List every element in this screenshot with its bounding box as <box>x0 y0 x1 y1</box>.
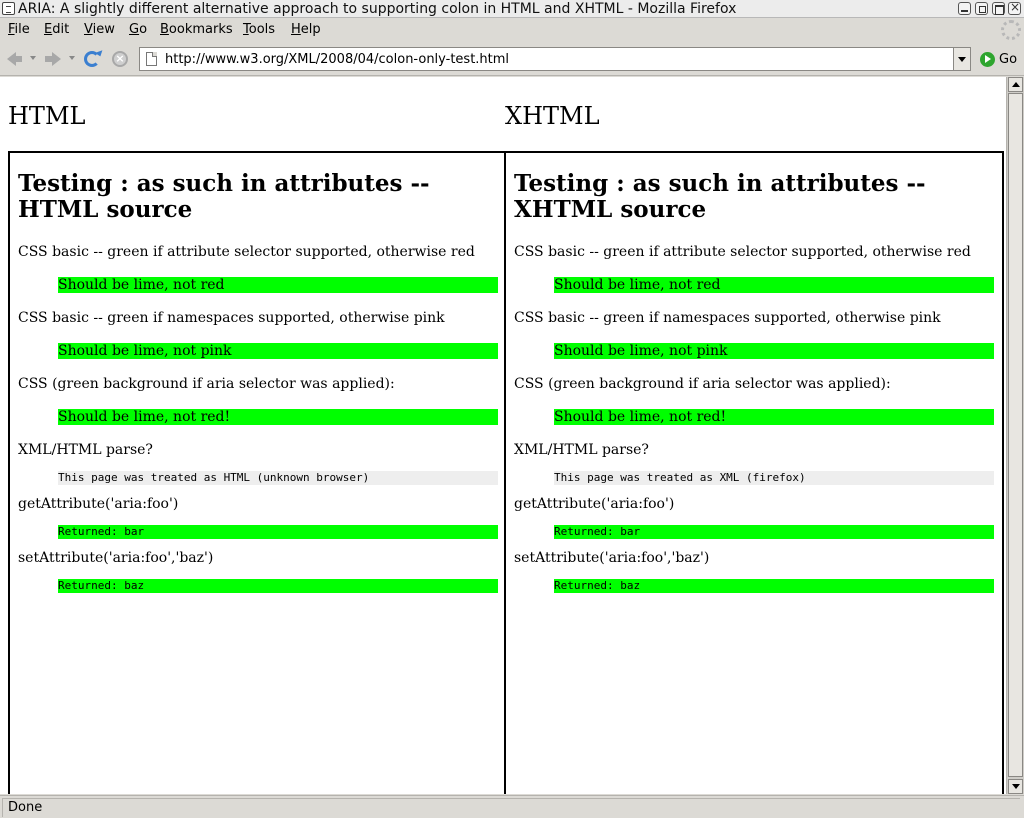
page-icon <box>146 52 157 66</box>
status-text: Done <box>2 798 1020 817</box>
vertical-scrollbar[interactable] <box>1006 77 1024 794</box>
html-column-heading: HTML <box>8 102 86 130</box>
stop-icon[interactable]: × <box>111 50 129 68</box>
forward-history-dropdown-icon[interactable] <box>69 56 75 60</box>
menu-go[interactable]: Go <box>129 22 147 38</box>
menu-edit[interactable]: Edit <box>44 22 69 38</box>
css-basic-label: CSS basic -- green if attribute selector… <box>514 244 971 260</box>
get-attribute-result: Returned: bar <box>554 525 994 539</box>
forward-arrow-icon[interactable] <box>43 50 61 68</box>
set-attribute-result: Returned: baz <box>554 579 994 593</box>
parse-label: XML/HTML parse? <box>18 442 153 458</box>
html-frame-heading: Testing : as such in attributes -- HTML … <box>18 170 430 223</box>
html-test-frame: Testing : as such in attributes -- HTML … <box>8 151 508 794</box>
url-input[interactable] <box>165 50 945 68</box>
css-aria-label: CSS (green background if aria selector w… <box>18 376 395 392</box>
page-viewport[interactable]: HTML XHTML Testing : as such in attribut… <box>0 77 1006 794</box>
minimize-icon[interactable] <box>958 2 971 15</box>
css-basic-result: Should be lime, not red <box>554 277 994 293</box>
window-title: ARIA: A slightly different alternative a… <box>18 1 737 17</box>
css-namespace-label: CSS basic -- green if namespaces support… <box>18 310 445 326</box>
back-arrow-icon[interactable] <box>5 50 23 68</box>
menu-file[interactable]: File <box>8 22 30 38</box>
get-attribute-label: getAttribute('aria:foo') <box>18 496 179 512</box>
menu-tools[interactable]: Tools <box>243 22 275 38</box>
navigation-toolbar: × Go <box>0 42 1024 76</box>
scroll-down-arrow-icon[interactable] <box>1008 779 1023 794</box>
xhtml-test-frame: Testing : as such in attributes -- XHTML… <box>504 151 1004 794</box>
parse-result: This page was treated as XML (firefox) <box>554 471 994 485</box>
css-namespace-result: Should be lime, not pink <box>58 343 498 359</box>
menubar: File Edit View Go Bookmarks Tools Help <box>0 19 1024 41</box>
close-icon[interactable] <box>1008 0 1021 15</box>
get-attribute-label: getAttribute('aria:foo') <box>514 496 675 512</box>
set-attribute-label: setAttribute('aria:foo','baz') <box>514 550 710 566</box>
window-titlebar: ARIA: A slightly different alternative a… <box>0 0 1024 18</box>
menu-view[interactable]: View <box>84 22 115 38</box>
set-attribute-label: setAttribute('aria:foo','baz') <box>18 550 214 566</box>
set-attribute-result: Returned: baz <box>58 579 498 593</box>
go-button[interactable]: Go <box>980 50 1020 68</box>
reload-icon[interactable] <box>83 50 101 68</box>
maximize-icon[interactable] <box>992 2 1005 15</box>
css-basic-result: Should be lime, not red <box>58 277 498 293</box>
get-attribute-result: Returned: bar <box>58 525 498 539</box>
css-aria-label: CSS (green background if aria selector w… <box>514 376 891 392</box>
status-bar: Done <box>0 795 1024 818</box>
url-bar[interactable] <box>139 47 971 71</box>
parse-label: XML/HTML parse? <box>514 442 649 458</box>
menu-bookmarks[interactable]: Bookmarks <box>160 22 233 38</box>
go-label: Go <box>999 52 1018 67</box>
url-history-dropdown-icon[interactable] <box>953 48 970 70</box>
parse-result: This page was treated as HTML (unknown b… <box>58 471 498 485</box>
back-history-dropdown-icon[interactable] <box>30 56 36 60</box>
scrollbar-thumb[interactable] <box>1008 93 1023 777</box>
scroll-up-arrow-icon[interactable] <box>1008 77 1023 92</box>
xhtml-frame-heading: Testing : as such in attributes -- XHTML… <box>514 170 926 223</box>
go-arrow-icon <box>980 52 995 67</box>
menu-help[interactable]: Help <box>291 22 321 38</box>
window-menu-icon[interactable] <box>2 2 15 15</box>
css-namespace-result: Should be lime, not pink <box>554 343 994 359</box>
xhtml-column-heading: XHTML <box>505 102 600 130</box>
css-aria-result: Should be lime, not red! <box>58 409 498 425</box>
css-basic-label: CSS basic -- green if attribute selector… <box>18 244 475 260</box>
throbber-icon <box>1001 20 1021 40</box>
css-namespace-label: CSS basic -- green if namespaces support… <box>514 310 941 326</box>
css-aria-result: Should be lime, not red! <box>554 409 994 425</box>
shade-icon[interactable] <box>975 2 988 15</box>
